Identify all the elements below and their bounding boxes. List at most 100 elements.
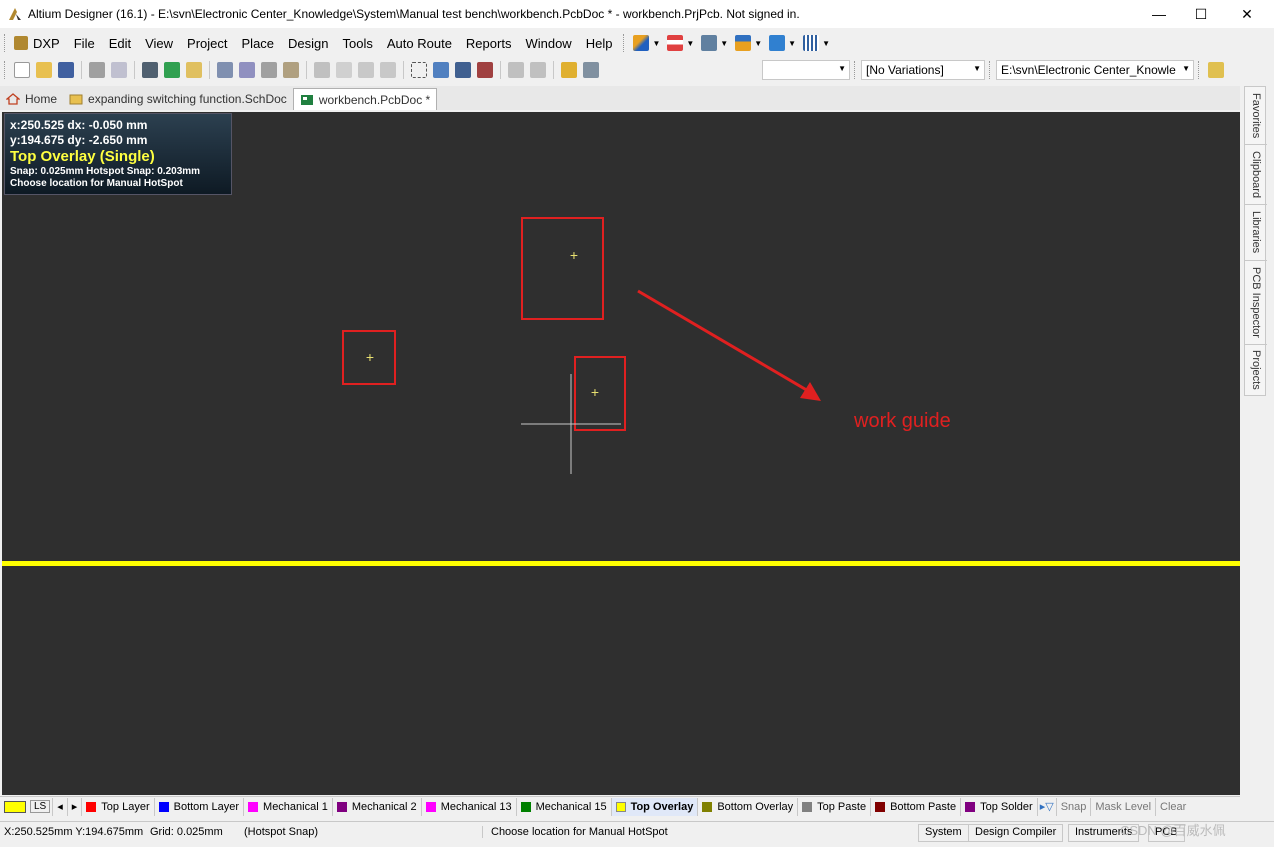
menu-file[interactable]: File <box>67 36 102 51</box>
layer-tab-bottom-layer[interactable]: Bottom Layer <box>155 797 245 816</box>
dxp-icon <box>14 36 28 50</box>
folder-view-icon[interactable] <box>186 62 202 78</box>
chevron-down-icon[interactable]: ▼ <box>754 39 762 48</box>
menu-help[interactable]: Help <box>579 36 620 51</box>
snap-button[interactable]: Snap <box>1057 797 1092 816</box>
current-layer-indicator[interactable]: LS <box>0 797 54 816</box>
zoom-selected-icon[interactable] <box>261 62 277 78</box>
layer-filter-icon[interactable]: ▸▽ <box>1038 797 1057 816</box>
status-grid: Grid: 0.025mm <box>150 826 223 838</box>
toolbar-combo[interactable]: ▼ <box>762 60 850 80</box>
deselect-icon[interactable] <box>455 62 471 78</box>
project-path-combo[interactable]: E:\svn\Electronic Center_Knowle ▼ <box>996 60 1194 80</box>
layer-tab-bottom-overlay[interactable]: Bottom Overlay <box>698 797 799 816</box>
menu-window[interactable]: Window <box>518 36 578 51</box>
route-icon[interactable] <box>633 35 650 51</box>
paste-icon[interactable] <box>358 62 374 78</box>
layer-tab-top-overlay[interactable]: Top Overlay <box>611 797 699 816</box>
toolbar-grip[interactable] <box>4 34 7 52</box>
main-toolbar: ▼ [No Variations] ▼ E:\svn\Electronic Cen… <box>0 57 1274 83</box>
chevron-down-icon[interactable]: ▼ <box>686 39 694 48</box>
menu-view[interactable]: View <box>138 36 180 51</box>
layer-tab-top-layer[interactable]: Top Layer <box>82 797 155 816</box>
chevron-down-icon[interactable]: ▼ <box>788 39 796 48</box>
scroll-right-arrow-icon[interactable]: ▸ <box>68 797 83 816</box>
zoom-area-icon[interactable] <box>239 62 255 78</box>
panel-tab-clipboard[interactable]: Clipboard <box>1245 145 1267 205</box>
pencil-icon[interactable] <box>1208 62 1224 78</box>
new-file-icon[interactable] <box>14 62 30 78</box>
design-compiler-button[interactable]: Design Compiler <box>968 824 1064 842</box>
document-tabs: Home expanding switching function.SchDoc… <box>0 86 1240 110</box>
scroll-left-arrow-icon[interactable]: ◂ <box>53 797 68 816</box>
status-bar: X:250.525mm Y:194.675mm Grid: 0.025mm (H… <box>0 821 1274 843</box>
menu-design[interactable]: Design <box>281 36 335 51</box>
cross-probe-icon[interactable] <box>561 62 577 78</box>
select-area-icon[interactable] <box>411 62 427 78</box>
menu-dxp[interactable]: DXP <box>31 36 67 51</box>
toolbar-grip[interactable] <box>1198 61 1201 79</box>
chevron-down-icon: ▼ <box>973 64 981 73</box>
chevron-down-icon[interactable]: ▼ <box>652 39 660 48</box>
menu-tools[interactable]: Tools <box>336 36 380 51</box>
panel-tab-pcb-inspector[interactable]: PCB Inspector <box>1245 261 1267 345</box>
menu-reports[interactable]: Reports <box>459 36 519 51</box>
filter-zoom-icon[interactable] <box>283 62 299 78</box>
pcb-canvas[interactable]: x:250.525 dx: -0.050 mm y:194.675 dy: -2… <box>2 112 1240 795</box>
align-icon[interactable] <box>667 35 684 51</box>
toolbar-grip[interactable] <box>4 61 7 79</box>
print-preview-icon[interactable] <box>111 62 127 78</box>
browse-icon[interactable] <box>583 62 599 78</box>
menu-project[interactable]: Project <box>180 36 234 51</box>
panel-tab-libraries[interactable]: Libraries <box>1245 205 1267 261</box>
layer-tab-top-paste[interactable]: Top Paste <box>798 797 872 816</box>
minimize-button[interactable]: — <box>1136 0 1182 28</box>
print-icon[interactable] <box>89 62 105 78</box>
panel-tab-favorites[interactable]: Favorites <box>1245 87 1267 145</box>
panel-tab-projects[interactable]: Projects <box>1245 345 1267 395</box>
variations-combo[interactable]: [No Variations] ▼ <box>861 60 985 80</box>
board-icon[interactable] <box>164 62 180 78</box>
menu-place[interactable]: Place <box>235 36 282 51</box>
3d-view-icon[interactable] <box>142 62 158 78</box>
cut-icon[interactable] <box>314 62 330 78</box>
chevron-down-icon[interactable]: ▼ <box>720 39 728 48</box>
layer-tab-mechanical-13[interactable]: Mechanical 13 <box>422 797 517 816</box>
tab-pcbdoc[interactable]: workbench.PcbDoc * <box>292 88 438 110</box>
layer-tab-mechanical-15[interactable]: Mechanical 15 <box>517 797 612 816</box>
room-icon[interactable] <box>769 35 786 51</box>
save-icon[interactable] <box>58 62 74 78</box>
rubber-stamp-icon[interactable] <box>380 62 396 78</box>
layer-tab-mechanical-2[interactable]: Mechanical 2 <box>333 797 422 816</box>
close-button[interactable]: ✕ <box>1224 0 1270 28</box>
toolbar-grip[interactable] <box>623 34 626 52</box>
layer-set-label: LS <box>30 800 51 813</box>
menu-bar: DXP File Edit View Project Place Design … <box>0 30 1274 56</box>
toolbar-grip[interactable] <box>989 61 992 79</box>
chevron-down-icon[interactable]: ▼ <box>822 39 830 48</box>
clear-filter-icon[interactable] <box>477 62 493 78</box>
search-component-icon[interactable] <box>701 35 718 51</box>
open-folder-icon[interactable] <box>36 62 52 78</box>
redo-icon[interactable] <box>530 62 546 78</box>
tab-schdoc[interactable]: expanding switching function.SchDoc <box>63 88 293 110</box>
ruler-icon[interactable] <box>735 35 752 51</box>
zoom-fit-icon[interactable] <box>217 62 233 78</box>
overlay-track[interactable] <box>2 561 1240 566</box>
menu-edit[interactable]: Edit <box>102 36 138 51</box>
menu-auto-route[interactable]: Auto Route <box>380 36 459 51</box>
undo-icon[interactable] <box>508 62 524 78</box>
clear-button[interactable]: Clear <box>1156 798 1190 816</box>
maximize-button[interactable]: ☐ <box>1178 0 1224 28</box>
copy-icon[interactable] <box>336 62 352 78</box>
toolbar-grip[interactable] <box>854 61 857 79</box>
layer-tab-mechanical-1[interactable]: Mechanical 1 <box>244 797 333 816</box>
layer-tab-bottom-paste[interactable]: Bottom Paste <box>871 797 962 816</box>
tab-home[interactable]: Home <box>0 88 63 110</box>
mask-level-button[interactable]: Mask Level <box>1091 797 1157 816</box>
system-panel-button[interactable]: System <box>918 824 969 842</box>
grid-icon[interactable] <box>803 35 820 51</box>
layer-tab-top-solder[interactable]: Top Solder <box>961 797 1038 816</box>
move-icon[interactable] <box>433 62 449 78</box>
separator <box>306 61 307 79</box>
